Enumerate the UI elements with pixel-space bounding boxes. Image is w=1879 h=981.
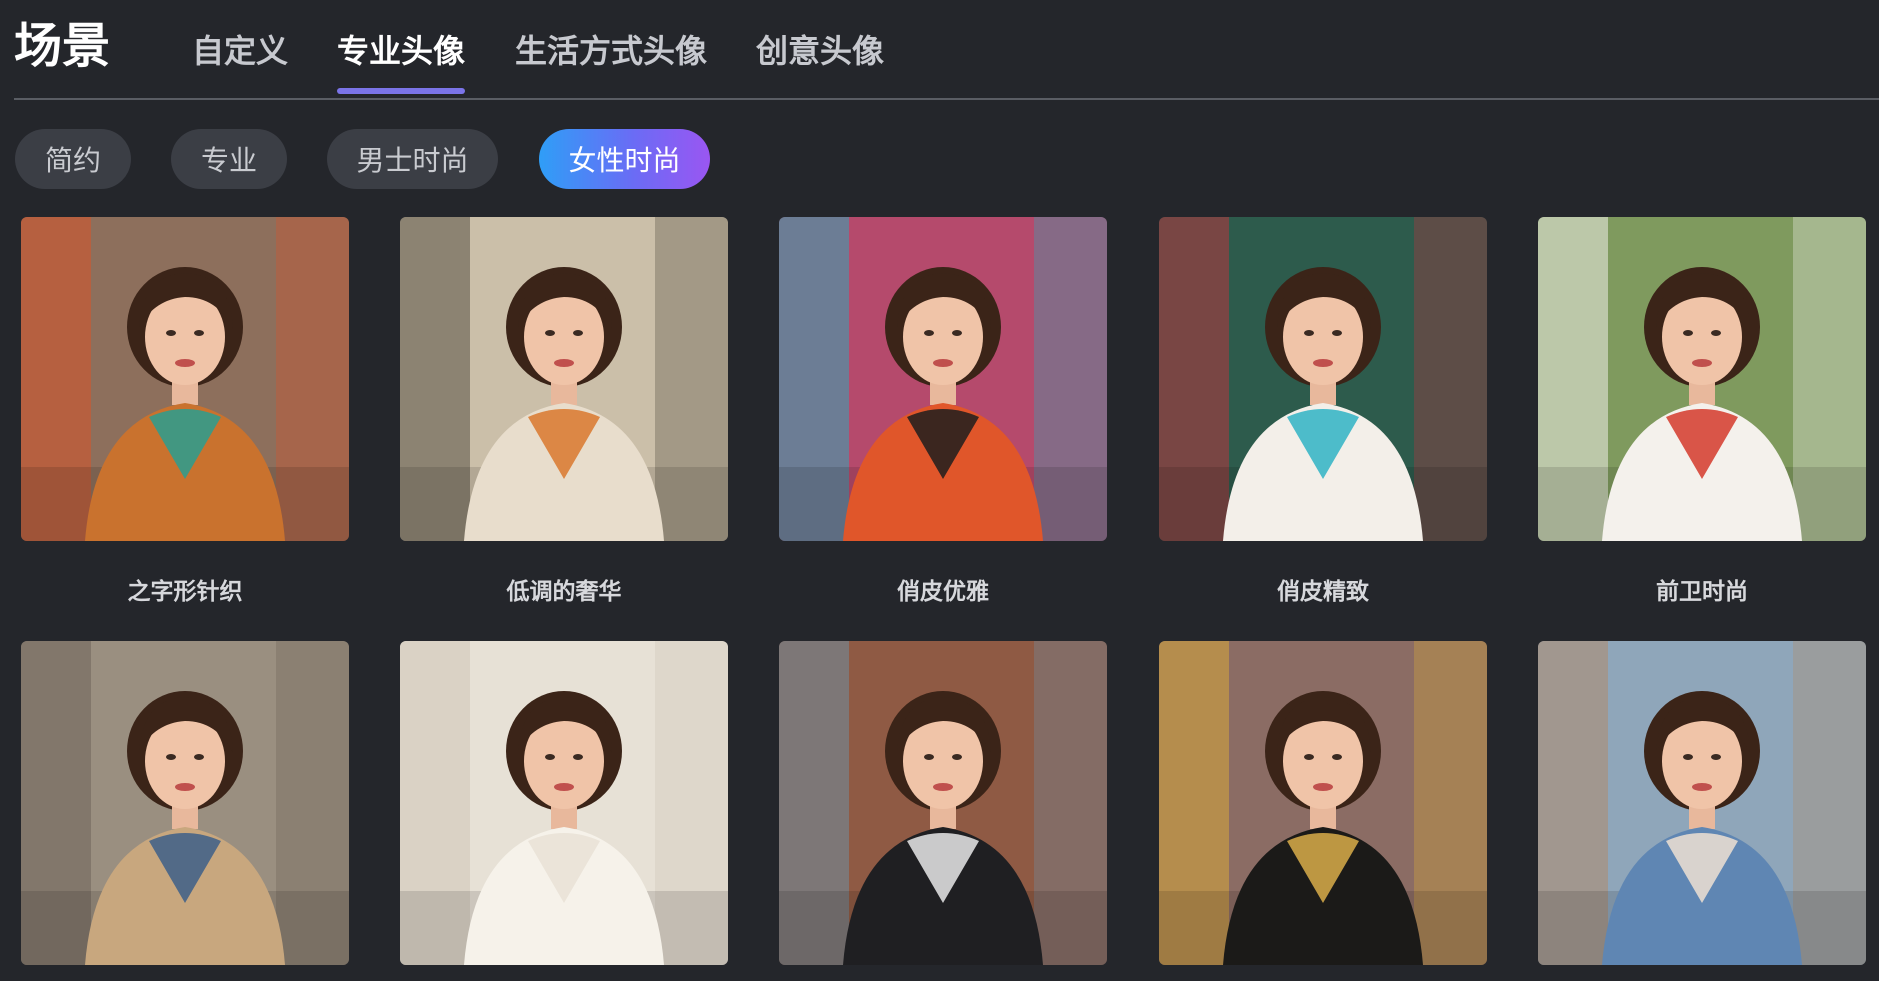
portrait-image — [779, 641, 1107, 965]
headshot-thumbnail[interactable] — [1538, 641, 1866, 965]
headshot-card[interactable] — [1159, 641, 1487, 971]
headshot-thumbnail[interactable] — [21, 641, 349, 965]
headshot-card[interactable] — [400, 641, 728, 971]
filter-chip-mens-fashion[interactable]: 男士时尚 — [327, 129, 498, 189]
headshot-thumbnail[interactable] — [400, 641, 728, 965]
page-title: 场景 — [14, 18, 111, 74]
portrait-image — [400, 641, 728, 965]
tab-custom[interactable]: 自定义 — [192, 33, 288, 69]
headshot-thumbnail[interactable] — [779, 217, 1107, 541]
portrait-image — [400, 217, 728, 541]
portrait-image — [779, 217, 1107, 541]
portrait-image — [21, 217, 349, 541]
headshot-card[interactable]: 前卫时尚 — [1538, 217, 1866, 607]
headshot-card[interactable] — [21, 641, 349, 971]
filter-chip-professional[interactable]: 专业 — [171, 129, 287, 189]
headshot-card-title: 俏皮精致 — [1277, 579, 1369, 605]
header: 场景 自定义 专业头像 生活方式头像 创意头像 — [0, 0, 1879, 100]
headshot-card-title: 前卫时尚 — [1656, 579, 1748, 605]
portrait-image — [21, 641, 349, 965]
tab-lifestyle-headshot[interactable]: 生活方式头像 — [515, 33, 707, 69]
portrait-image — [1159, 217, 1487, 541]
filter-chip-minimal[interactable]: 简约 — [15, 129, 131, 189]
headshot-card[interactable] — [779, 641, 1107, 971]
headshot-card[interactable]: 俏皮精致 — [1159, 217, 1487, 607]
headshot-card[interactable]: 俏皮优雅 — [779, 217, 1107, 607]
headshot-thumbnail[interactable] — [21, 217, 349, 541]
active-tab-indicator — [337, 88, 465, 94]
filter-chip-womens-fashion[interactable]: 女性时尚 — [539, 129, 710, 189]
headshot-thumbnail[interactable] — [1159, 217, 1487, 541]
headshot-card[interactable]: 之字形针织 — [21, 217, 349, 607]
headshot-card-title: 低调的奢华 — [506, 579, 622, 605]
headshot-card[interactable] — [1538, 641, 1866, 971]
portrait-image — [1538, 217, 1866, 541]
headshot-thumbnail[interactable] — [1538, 217, 1866, 541]
headshot-thumbnail[interactable] — [400, 217, 728, 541]
tab-creative-headshot[interactable]: 创意头像 — [756, 33, 884, 69]
tab-professional-headshot[interactable]: 专业头像 — [337, 33, 465, 69]
portrait-image — [1159, 641, 1487, 965]
portrait-image — [1538, 641, 1866, 965]
headshot-card-title: 俏皮优雅 — [897, 579, 989, 605]
headshot-thumbnail[interactable] — [1159, 641, 1487, 965]
headshot-card[interactable]: 低调的奢华 — [400, 217, 728, 607]
headshot-thumbnail[interactable] — [779, 641, 1107, 965]
headshot-card-title: 之字形针织 — [127, 579, 243, 605]
header-divider — [14, 98, 1879, 100]
